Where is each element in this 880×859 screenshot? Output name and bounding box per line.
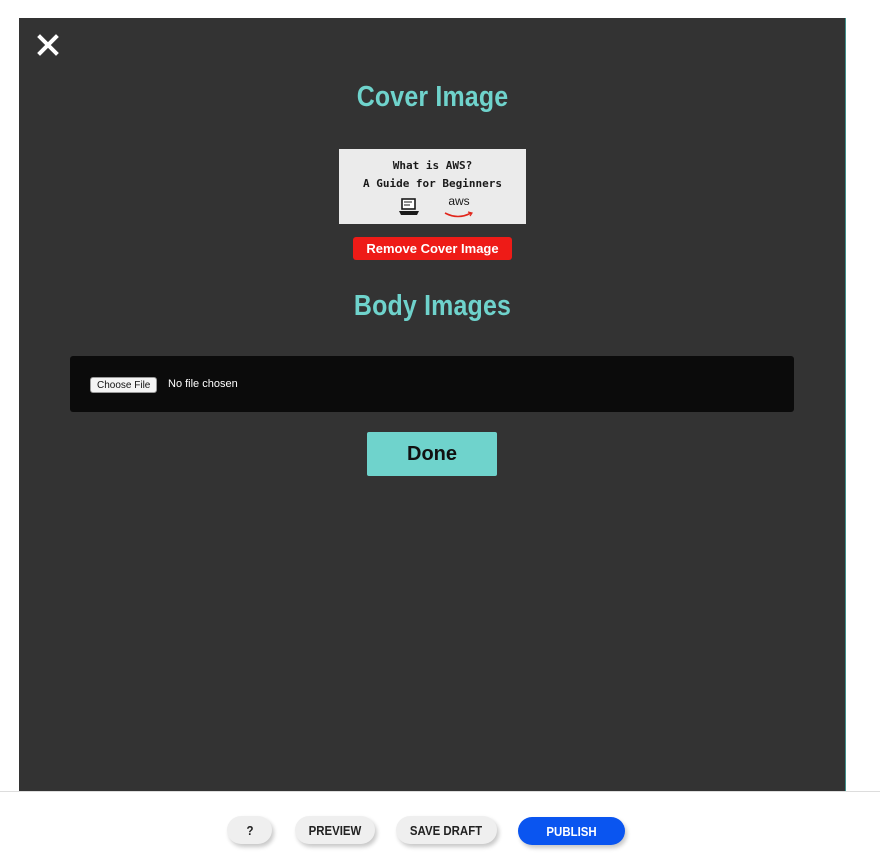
cover-image-title: Cover Image: [356, 81, 509, 113]
help-button[interactable]: ?: [227, 816, 272, 844]
close-button[interactable]: [37, 34, 59, 56]
image-upload-modal: Cover Image What is AWS? A Guide for Beg…: [19, 18, 846, 793]
aws-smile-icon: [444, 211, 473, 218]
thumbnail-subtitle-line: A Guide for Beginners: [362, 177, 503, 190]
close-icon[interactable]: [37, 34, 59, 56]
preview-button-label: PREVIEW: [308, 822, 362, 838]
done-button[interactable]: Done: [367, 432, 497, 476]
body-images-upload-area: Choose File No file chosen: [70, 356, 794, 412]
laptop-icon: [399, 198, 419, 215]
publish-button-label: PUBLISH: [546, 823, 597, 839]
body-images-title: Body Images: [353, 290, 512, 322]
cover-image-thumbnail: What is AWS? A Guide for Beginners aws: [339, 149, 526, 224]
aws-logo: aws: [443, 194, 475, 218]
help-button-label: ?: [245, 822, 253, 838]
preview-button[interactable]: PREVIEW: [295, 816, 375, 844]
choose-file-button[interactable]: Choose File: [90, 377, 158, 393]
aws-logo-text: aws: [448, 194, 470, 208]
save-draft-button-label: SAVE DRAFT: [410, 822, 483, 838]
publish-button[interactable]: PUBLISH: [518, 817, 625, 845]
editor-toolbar: ? PREVIEW SAVE DRAFT PUBLISH: [0, 791, 880, 859]
save-draft-button[interactable]: SAVE DRAFT: [396, 816, 497, 844]
thumbnail-title-line: What is AWS?: [392, 159, 473, 172]
remove-cover-image-button[interactable]: Remove Cover Image: [353, 237, 512, 260]
file-status-text: No file chosen: [168, 378, 238, 390]
